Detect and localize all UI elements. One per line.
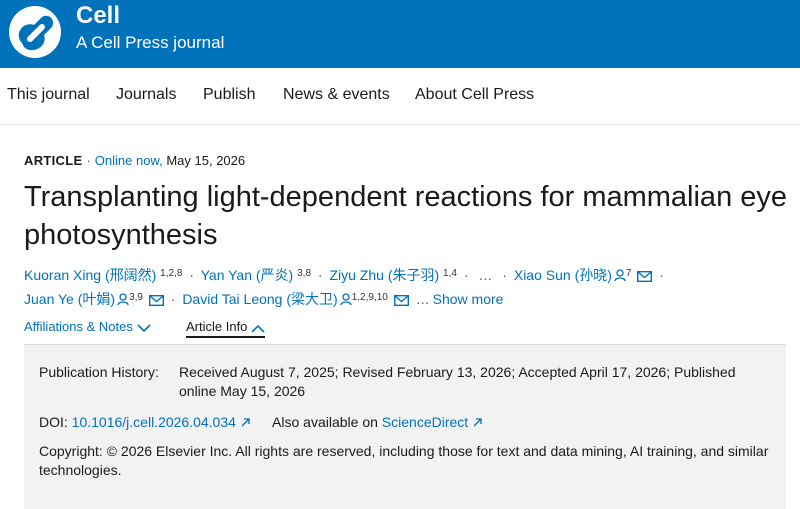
author-separator: · bbox=[659, 267, 664, 283]
article-info-panel: Publication History: Received August 7, … bbox=[24, 344, 786, 509]
author-affiliation: 3,8 bbox=[297, 268, 312, 279]
nav-item-journals[interactable]: Journals bbox=[116, 86, 176, 104]
tab-label: Article Info bbox=[186, 319, 248, 334]
publication-history-value: Received August 7, 2025; Revised Februar… bbox=[179, 364, 736, 399]
person-icon[interactable] bbox=[340, 293, 352, 306]
tab-article-info[interactable]: Article Info bbox=[186, 319, 266, 338]
person-icon[interactable] bbox=[614, 269, 626, 282]
author-link[interactable]: Ziyu Zhu (朱子羽) bbox=[329, 267, 439, 283]
doi-row: DOI: 10.1016/j.cell.2026.04.034 Also ava… bbox=[39, 413, 501, 432]
author-list: Kuoran Xing (邢阔然) 1,2,8 · Yan Yan (严炎) 3… bbox=[24, 263, 794, 311]
author-affiliation: 1,2,9,10 bbox=[351, 292, 388, 303]
author-separator: · bbox=[463, 267, 469, 283]
email-icon[interactable] bbox=[393, 295, 409, 306]
tab-label: Affiliations & Notes bbox=[24, 319, 133, 334]
email-icon[interactable] bbox=[637, 271, 653, 282]
author-ellipsis: … bbox=[478, 267, 493, 283]
nav-item-this-journal[interactable]: This journal bbox=[7, 86, 90, 104]
author-separator: · bbox=[170, 291, 176, 307]
brand-tagline: A Cell Press journal bbox=[76, 33, 225, 52]
meta-separator: · bbox=[86, 153, 91, 168]
tab-affiliations-notes[interactable]: Affiliations & Notes bbox=[24, 319, 151, 334]
author-link[interactable]: Xiao Sun (孙晓) bbox=[514, 267, 612, 283]
nav-item-about[interactable]: About Cell Press bbox=[415, 86, 534, 104]
person-icon[interactable] bbox=[117, 293, 129, 306]
copyright-text: Copyright: © 2026 Elsevier Inc. All righ… bbox=[39, 443, 769, 478]
author-ellipsis: … bbox=[415, 291, 430, 307]
header-bar: Cell A Cell Press journal bbox=[0, 0, 800, 68]
external-link-icon[interactable] bbox=[240, 417, 251, 428]
nav-item-news-events[interactable]: News & events bbox=[283, 86, 390, 104]
cell-logo-icon[interactable] bbox=[8, 5, 62, 59]
brand-name[interactable]: Cell bbox=[76, 2, 120, 30]
article-type: ARTICLE bbox=[24, 153, 83, 168]
author-affiliation: 1,4 bbox=[443, 268, 457, 279]
email-icon[interactable] bbox=[148, 295, 164, 306]
author-separator: · bbox=[189, 267, 194, 283]
author-separator: · bbox=[317, 267, 323, 283]
external-link-icon[interactable] bbox=[472, 417, 483, 428]
nav-item-publish[interactable]: Publish bbox=[203, 86, 255, 104]
author-affiliation: 7 bbox=[625, 268, 632, 279]
article-meta: ARTICLE · Online now, May 15, 2026 bbox=[24, 153, 245, 168]
doi-label: DOI: bbox=[39, 414, 68, 430]
author-affiliation: 1,2,8 bbox=[160, 268, 183, 279]
online-now-label: Online now, bbox=[94, 153, 163, 168]
article-title: Transplanting light-dependent reactions … bbox=[24, 181, 788, 251]
author-link[interactable]: David Tai Leong (梁大卫) bbox=[182, 291, 337, 307]
doi-link[interactable]: 10.1016/j.cell.2026.04.034 bbox=[72, 414, 236, 430]
author-link[interactable]: Kuoran Xing (邢阔然) bbox=[24, 267, 156, 283]
also-available-label: Also available on bbox=[272, 414, 378, 430]
main-nav: This journal Journals Publish News & eve… bbox=[0, 68, 800, 125]
author-link[interactable]: Juan Ye (叶娟) bbox=[24, 291, 115, 307]
author-separator: · bbox=[502, 267, 507, 283]
chevron-down-icon bbox=[137, 324, 151, 333]
publication-date: May 15, 2026 bbox=[166, 153, 246, 168]
author-affiliation: 3,9 bbox=[129, 292, 143, 303]
publication-history-label: Publication History: bbox=[39, 364, 159, 380]
show-more-authors-button[interactable]: Show more bbox=[433, 291, 504, 307]
author-link[interactable]: Yan Yan (严炎) bbox=[201, 267, 294, 283]
chevron-up-icon bbox=[251, 324, 265, 333]
sciencedirect-link[interactable]: ScienceDirect bbox=[382, 414, 468, 430]
